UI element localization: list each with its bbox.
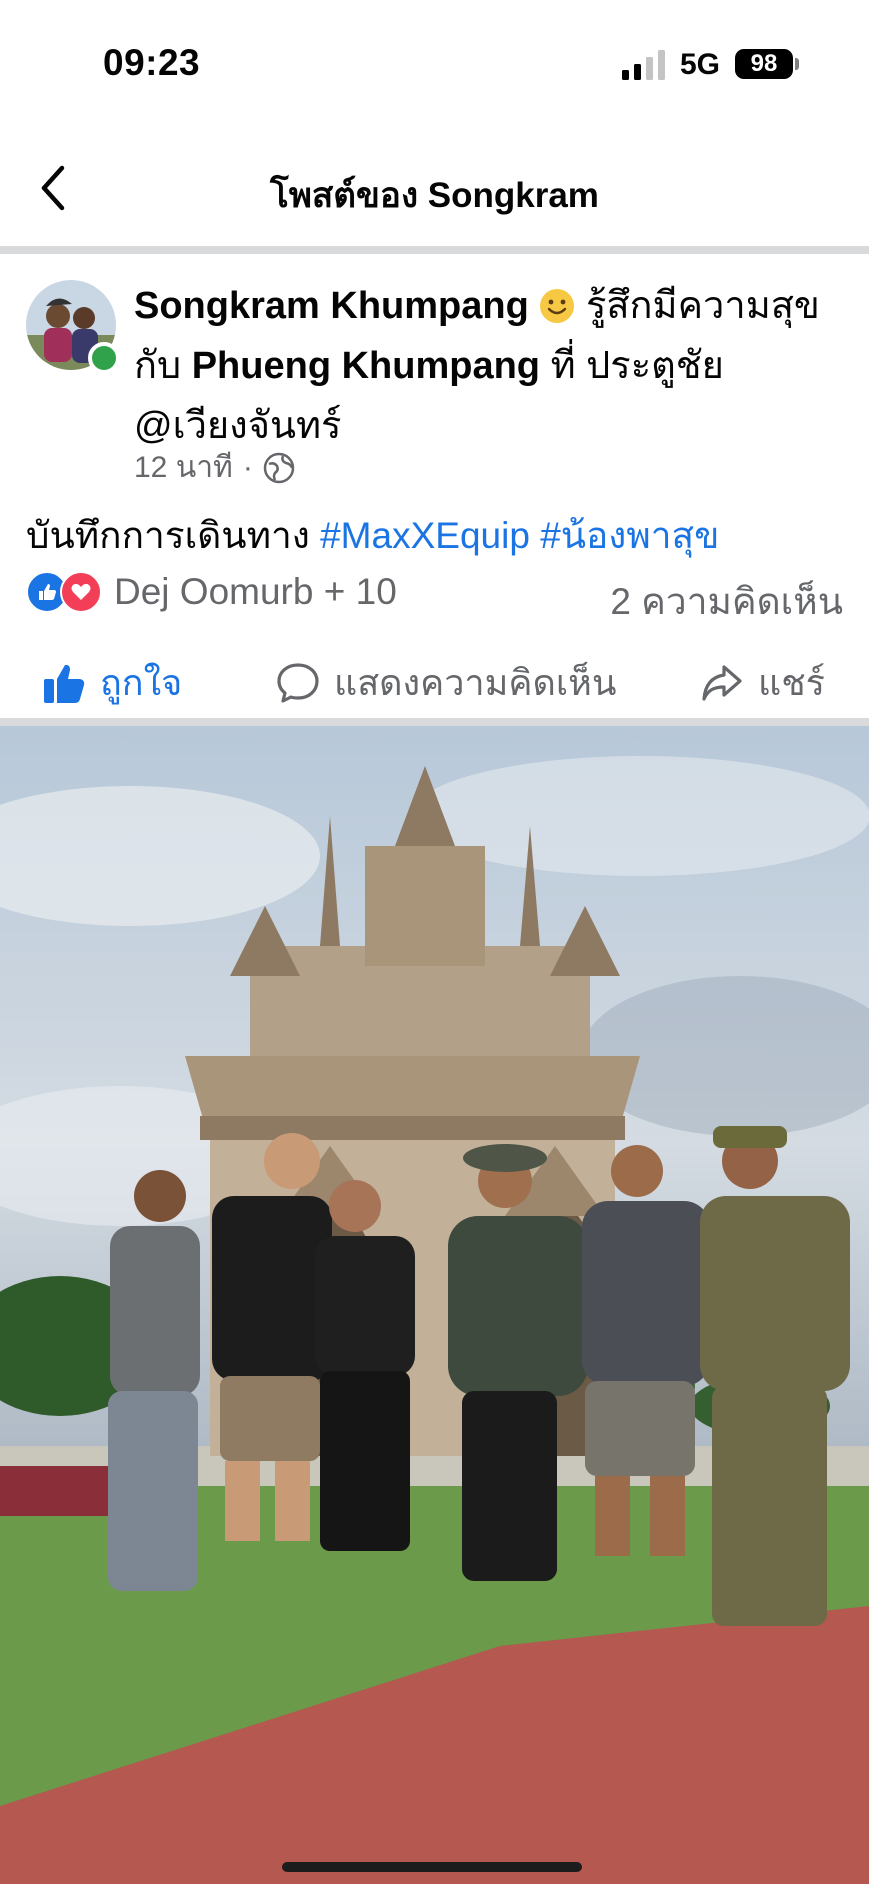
section-divider [0, 718, 869, 726]
post-photo[interactable] [0, 726, 869, 1884]
cellular-signal-icon [622, 50, 665, 80]
hashtag-link[interactable]: #น้องพาสุข [540, 515, 719, 556]
post-meta: 12 นาที · [134, 444, 295, 491]
share-button[interactable]: แชร์ [700, 654, 825, 711]
globe-icon [263, 452, 295, 483]
post-caption: บันทึกการเดินทาง #MaxXEquip #น้องพาสุข [26, 506, 719, 565]
caption-text: บันทึกการเดินทาง [26, 515, 310, 556]
like-button[interactable]: ถูกใจ [42, 654, 182, 711]
home-indicator[interactable] [282, 1862, 582, 1872]
reactions-summary[interactable]: Dej Oomurb + 10 [26, 571, 397, 613]
share-arrow-icon [702, 664, 742, 701]
comments-count[interactable]: 2 ความคิดเห็น [610, 572, 843, 631]
status-time: 09:23 [103, 42, 201, 83]
tagged-person[interactable]: Phueng Khumpang [192, 345, 540, 387]
author-name[interactable]: Songkram Khumpang [134, 285, 529, 327]
post-header-text: Songkram Khumpang รู้สึกมีความสุขกับ Phu… [134, 276, 844, 456]
online-status-dot [88, 342, 120, 374]
like-label: ถูกใจ [100, 662, 183, 703]
reaction-names: Dej Oomurb + 10 [114, 571, 397, 612]
smiley-icon [540, 289, 575, 323]
network-type: 5G [680, 48, 721, 81]
thumbs-up-icon [44, 664, 85, 703]
hashtag-link[interactable]: #MaxXEquip [320, 515, 530, 556]
page-title: โพสต์ของ Songkram [270, 176, 599, 215]
top-nav-bar: โพสต์ของ Songkram [0, 130, 869, 246]
post-time[interactable]: 12 นาที [134, 444, 233, 491]
photo-image [0, 726, 869, 1884]
battery-indicator: 98 [735, 49, 793, 79]
share-label: แชร์ [758, 662, 825, 703]
meta-separator: · [242, 450, 253, 484]
comment-bubble-icon [277, 662, 319, 703]
post-action-bar: ถูกใจ แสดงความคิดเห็น แชร์ [0, 644, 869, 710]
comment-label: แสดงความคิดเห็น [334, 662, 617, 703]
status-bar: 09:23 5G 98 [0, 0, 869, 130]
battery-nub [795, 58, 799, 70]
comment-button[interactable]: แสดงความคิดเห็น [276, 654, 616, 711]
love-reaction-icon [60, 571, 102, 613]
section-divider [0, 246, 869, 254]
